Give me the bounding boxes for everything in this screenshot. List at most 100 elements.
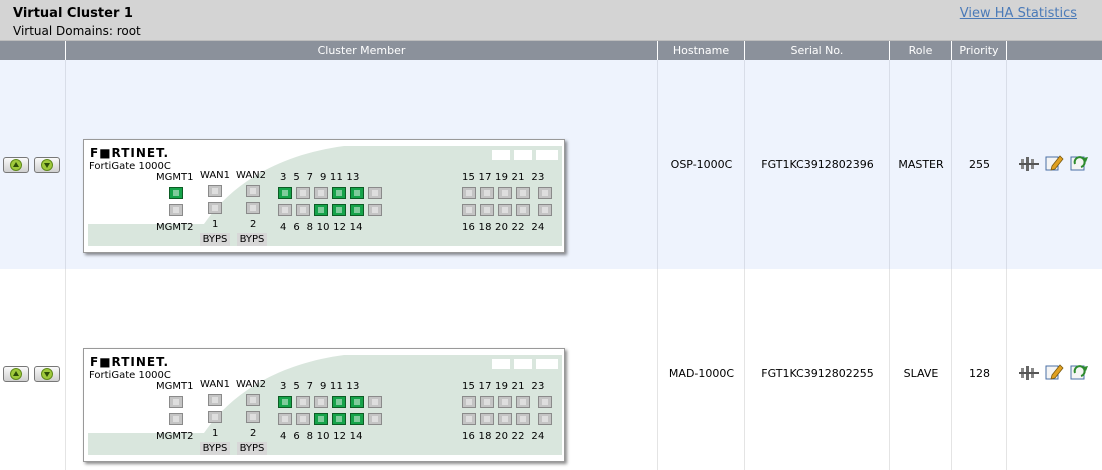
- port-p11[interactable]: [350, 187, 364, 199]
- header-serial: Serial No.: [745, 41, 890, 60]
- refresh-icon[interactable]: [1069, 154, 1089, 172]
- port-p3[interactable]: [278, 187, 292, 199]
- port-p21[interactable]: [516, 187, 530, 199]
- refresh-icon[interactable]: [1069, 363, 1089, 381]
- ports-top-left-label: 3 5 7 9 11 13: [280, 172, 360, 183]
- port-mgmt1[interactable]: [169, 396, 183, 408]
- port-p6[interactable]: [296, 204, 310, 216]
- port-wan2a[interactable]: [246, 185, 260, 197]
- header-role: Role: [890, 41, 952, 60]
- view-ha-statistics-link[interactable]: View HA Statistics: [960, 6, 1077, 21]
- port-wan2b[interactable]: [246, 411, 260, 423]
- bypass-label: BYPS: [237, 233, 267, 246]
- port-wan1b[interactable]: [208, 411, 222, 423]
- port-p15[interactable]: [462, 396, 476, 408]
- header-hostname: Hostname: [658, 41, 745, 60]
- port-2-label: 2: [250, 219, 257, 230]
- role-cell: SLAVE: [903, 367, 939, 380]
- wan1-label: WAN1: [200, 170, 231, 181]
- port-p22[interactable]: [516, 413, 530, 425]
- device-model: FortiGate 1000C: [89, 370, 171, 381]
- disconnect-icon[interactable]: [1019, 364, 1039, 382]
- port-p17[interactable]: [480, 187, 494, 199]
- device-model: FortiGate 1000C: [89, 161, 171, 172]
- arrow-up-icon: [10, 368, 22, 380]
- port-p8[interactable]: [314, 204, 328, 216]
- port-p3[interactable]: [278, 396, 292, 408]
- port-p7[interactable]: [314, 396, 328, 408]
- port-p18[interactable]: [480, 413, 494, 425]
- port-wan2a[interactable]: [246, 394, 260, 406]
- header-cluster-member: Cluster Member: [66, 41, 658, 60]
- port-mgmt1[interactable]: [169, 187, 183, 199]
- port-p9[interactable]: [332, 187, 346, 199]
- port-p5[interactable]: [296, 187, 310, 199]
- port-wan1b[interactable]: [208, 202, 222, 214]
- mgmt1-label: MGMT1: [156, 381, 194, 392]
- move-up-button[interactable]: [3, 366, 29, 382]
- port-p24[interactable]: [538, 413, 552, 425]
- cluster-title: Virtual Cluster 1: [13, 6, 133, 21]
- port-p7[interactable]: [314, 187, 328, 199]
- port-p19[interactable]: [498, 187, 512, 199]
- port-p23[interactable]: [538, 187, 552, 199]
- port-p13[interactable]: [368, 396, 382, 408]
- ports-top-right-label: 15 17 19 21 23: [462, 381, 545, 392]
- wan2-label: WAN2: [236, 170, 267, 181]
- port-p5[interactable]: [296, 396, 310, 408]
- device-panel: F■RTINET. FortiGate 1000C MGMT1 WAN1 WAN2 3 5…: [83, 139, 565, 253]
- port-wan1a[interactable]: [208, 185, 222, 197]
- port-p9[interactable]: [332, 396, 346, 408]
- ports-top-left-label: 3 5 7 9 11 13: [280, 381, 360, 392]
- mgmt1-label: MGMT1: [156, 172, 194, 183]
- header-actions: [1007, 41, 1102, 60]
- port-p12[interactable]: [350, 413, 364, 425]
- port-p10[interactable]: [332, 204, 346, 216]
- port-p13[interactable]: [368, 187, 382, 199]
- port-p20[interactable]: [498, 204, 512, 216]
- port-p8[interactable]: [314, 413, 328, 425]
- arrow-down-icon: [41, 368, 53, 380]
- port-p20[interactable]: [498, 413, 512, 425]
- port-p12[interactable]: [350, 204, 364, 216]
- disconnect-icon[interactable]: [1019, 155, 1039, 173]
- port-p23[interactable]: [538, 396, 552, 408]
- virtual-domains-label: Virtual Domains: root: [13, 24, 141, 38]
- port-p14[interactable]: [368, 413, 382, 425]
- port-mgmt2[interactable]: [169, 413, 183, 425]
- priority-cell: 128: [969, 367, 990, 380]
- port-wan1a[interactable]: [208, 394, 222, 406]
- port-p4[interactable]: [278, 413, 292, 425]
- mgmt2-label: MGMT2: [156, 222, 194, 233]
- port-p22[interactable]: [516, 204, 530, 216]
- port-p16[interactable]: [462, 204, 476, 216]
- port-p14[interactable]: [368, 204, 382, 216]
- port-p19[interactable]: [498, 396, 512, 408]
- wan2-label: WAN2: [236, 379, 267, 390]
- ports-bottom-right-label: 16 18 20 22 24: [462, 431, 545, 442]
- edit-icon[interactable]: [1044, 363, 1064, 381]
- port-p24[interactable]: [538, 204, 552, 216]
- arrow-up-icon: [10, 159, 22, 171]
- port-p6[interactable]: [296, 413, 310, 425]
- port-p21[interactable]: [516, 396, 530, 408]
- bypass-label: BYPS: [200, 442, 230, 455]
- port-p15[interactable]: [462, 187, 476, 199]
- port-mgmt2[interactable]: [169, 204, 183, 216]
- edit-icon[interactable]: [1044, 154, 1064, 172]
- port-wan2b[interactable]: [246, 202, 260, 214]
- port-p11[interactable]: [350, 396, 364, 408]
- port-p18[interactable]: [480, 204, 494, 216]
- device-panel: F■RTINET. FortiGate 1000C MGMT1 WAN1 WAN2 3 5…: [83, 348, 565, 462]
- move-down-button[interactable]: [34, 366, 60, 382]
- port-p16[interactable]: [462, 413, 476, 425]
- move-up-button[interactable]: [3, 157, 29, 173]
- port-1-label: 1: [212, 428, 219, 439]
- move-down-button[interactable]: [34, 157, 60, 173]
- port-p4[interactable]: [278, 204, 292, 216]
- port-p17[interactable]: [480, 396, 494, 408]
- fortinet-logo: F■RTINET.: [90, 146, 170, 160]
- serial-cell: FGT1KC3912802396: [761, 158, 874, 171]
- arrow-down-icon: [41, 159, 53, 171]
- port-p10[interactable]: [332, 413, 346, 425]
